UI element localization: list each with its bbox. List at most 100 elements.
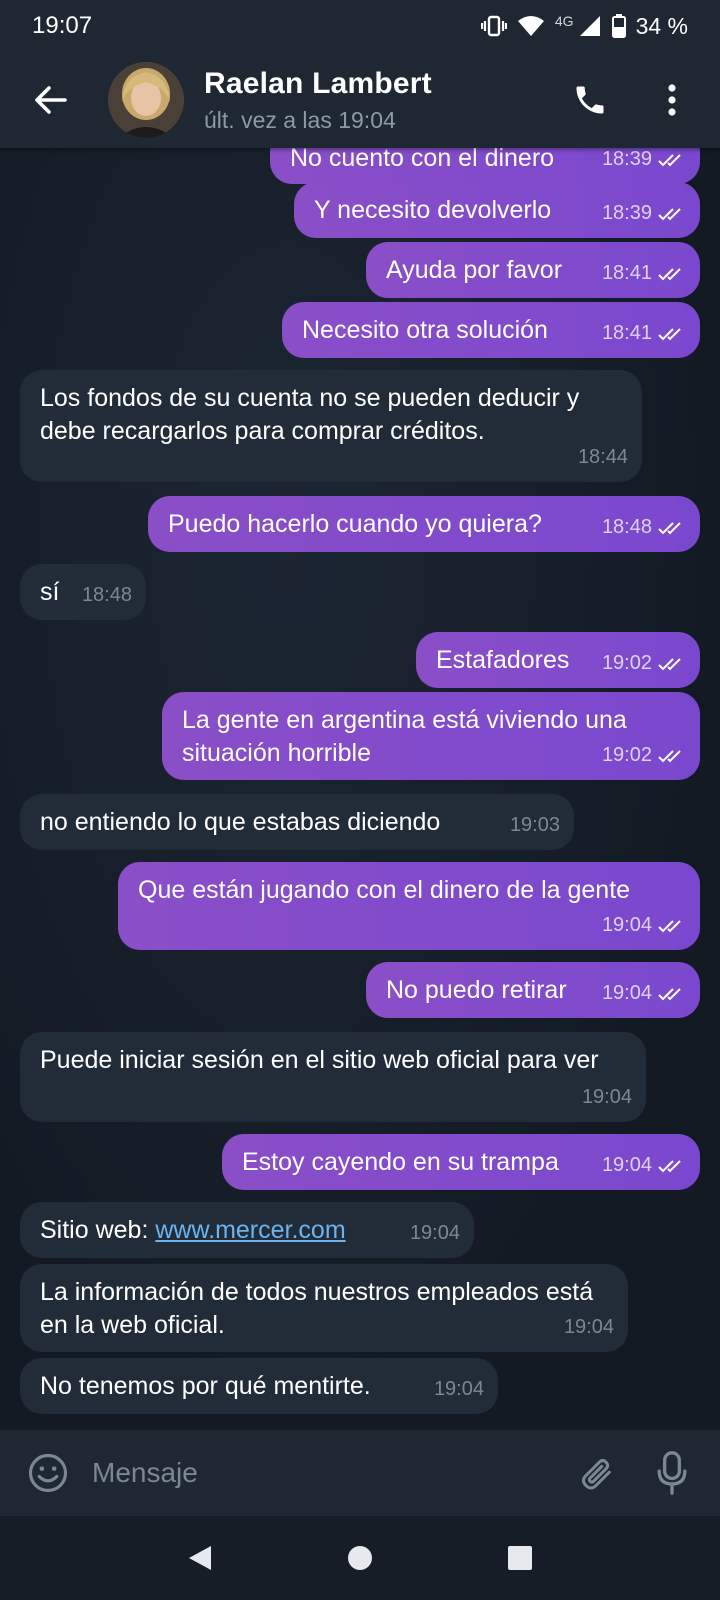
message-bubble[interactable]: Necesito otra solución 18:41 [282,302,700,358]
message-bubble[interactable]: Puede iniciar sesión en el sitio web ofi… [20,1032,646,1122]
double-check-icon [658,987,681,1000]
message-bubble[interactable]: Estafadores 19:02 [416,632,700,688]
message-meta: 18:41 [602,257,686,290]
nav-home-button[interactable] [330,1528,390,1588]
message-time: 18:39 [601,148,652,170]
message-text: Estoy cayendo en su trampa [242,1148,559,1176]
message-meta: 19:04 [434,1373,484,1406]
message-time: 19:04 [409,1222,460,1244]
message-bubble[interactable]: Sitio web: www.mercer.com 19:04 [20,1202,474,1258]
message-meta: 18:48 [602,511,686,544]
message-text: La gente en argentina está viviendo una … [182,706,627,767]
message-time: 19:04 [601,914,652,936]
nav-recents-button[interactable] [490,1528,550,1588]
wifi-icon [517,16,544,36]
message-meta: 19:04 [564,1311,614,1344]
double-check-icon [658,327,681,340]
last-seen-status: últ. vez a las 19:04 [204,106,396,133]
message-text: Ayuda por favor [386,256,563,284]
message-time: 18:41 [601,262,652,284]
message-text: Necesito otra solución [302,316,548,344]
system-nav-bar [0,1516,720,1600]
more-options-button[interactable] [644,72,700,128]
double-check-icon [658,521,681,534]
status-icons: 4G 34 % [480,12,688,40]
message-meta: 19:02 [602,739,686,772]
double-check-icon [658,267,681,280]
vibrate-icon [480,15,507,37]
double-check-icon [658,657,681,670]
website-link[interactable]: www.mercer.com [155,1216,345,1244]
message-meta: 19:04 [602,909,686,942]
message-meta: 18:41 [602,317,686,350]
attach-button[interactable] [572,1449,620,1497]
message-bubble[interactable]: La gente en argentina está viviendo una … [162,692,700,780]
message-bubble[interactable]: Ayuda por favor 18:41 [366,242,700,298]
message-text: No puedo retirar [386,976,567,1004]
message-time: 18:39 [601,202,652,224]
message-text: Puedo hacerlo cuando yo quiera? [168,510,542,538]
message-meta: 19:04 [410,1217,460,1250]
double-check-icon [658,749,681,762]
message-text: sí [40,578,60,606]
message-meta: 18:48 [82,579,132,612]
message-time: 18:48 [601,516,652,538]
phone-icon [576,86,604,114]
message-bubble[interactable]: no entiendo lo que estabas diciendo 19:0… [20,794,574,850]
message-time: 18:41 [601,322,652,344]
message-meta: 18:39 [602,197,686,230]
emoji-button[interactable] [24,1449,72,1497]
message-meta: 18:44 [578,441,628,474]
message-meta: 19:04 [582,1081,632,1114]
back-arrow-icon [35,86,67,114]
message-bubble[interactable]: Los fondos de su cuenta no se pueden ded… [20,370,642,482]
message-time: 19:04 [581,1086,632,1108]
network-type: 4G [554,13,574,29]
message-text: Sitio web: [40,1216,156,1244]
message-meta: 19:03 [510,809,560,842]
nav-recents-icon [508,1546,532,1570]
battery-percent: 34 % [635,12,688,39]
message-input[interactable]: Mensaje [92,1457,572,1489]
message-meta: 19:04 [602,977,686,1010]
message-bubble[interactable]: No puedo retirar 19:04 [366,962,700,1018]
message-time: 19:04 [433,1378,484,1400]
message-time: 19:03 [509,814,560,836]
mic-icon [657,1451,687,1495]
message-time: 18:48 [81,584,132,606]
voice-message-button[interactable] [648,1449,696,1497]
nav-back-button[interactable] [170,1528,230,1588]
nav-back-icon [189,1546,211,1570]
header-titles[interactable]: Raelan Lambert últ. vez a las 19:04 [204,67,562,134]
message-time: 19:02 [601,744,652,766]
status-time: 19:07 [32,12,93,39]
message-text: Que están jugando con el dinero de la ge… [138,876,631,904]
message-bubble[interactable]: sí 18:48 [20,564,146,620]
double-check-icon [658,919,681,932]
message-time: 19:04 [601,982,652,1004]
message-bubble[interactable]: Y necesito devolverlo 18:39 [294,182,700,238]
message-time: 19:04 [563,1316,614,1338]
message-text: No cuento con el dinero [290,148,555,172]
message-bubble[interactable]: Puedo hacerlo cuando yo quiera? 18:48 [148,496,700,552]
message-text: Los fondos de su cuenta no se pueden ded… [40,384,580,445]
chat-header: Raelan Lambert últ. vez a las 19:04 [0,52,720,148]
message-bubble[interactable]: No cuento con el dinero 18:39 [270,148,700,184]
more-vert-icon [668,84,676,116]
message-bubble[interactable]: No tenemos por qué mentirte. 19:04 [20,1358,498,1414]
emoji-icon [28,1453,68,1493]
message-text: no entiendo lo que estabas diciendo [40,808,441,836]
message-time: 18:44 [577,446,628,468]
message-bubble[interactable]: Estoy cayendo en su trampa 19:04 [222,1134,700,1190]
message-bubble[interactable]: Que están jugando con el dinero de la ge… [118,862,700,950]
back-button[interactable] [22,72,78,128]
message-bubble[interactable]: La información de todos nuestros emplead… [20,1264,628,1352]
call-button[interactable] [562,72,618,128]
contact-avatar[interactable] [108,62,184,138]
message-list[interactable]: No cuento con el dinero 18:39 Y necesito… [0,148,720,1430]
message-text: Estafadores [436,646,570,674]
battery-icon [611,14,626,38]
contact-name: Raelan Lambert [204,66,432,100]
double-check-icon [658,1159,681,1172]
message-meta: 19:02 [602,647,686,680]
